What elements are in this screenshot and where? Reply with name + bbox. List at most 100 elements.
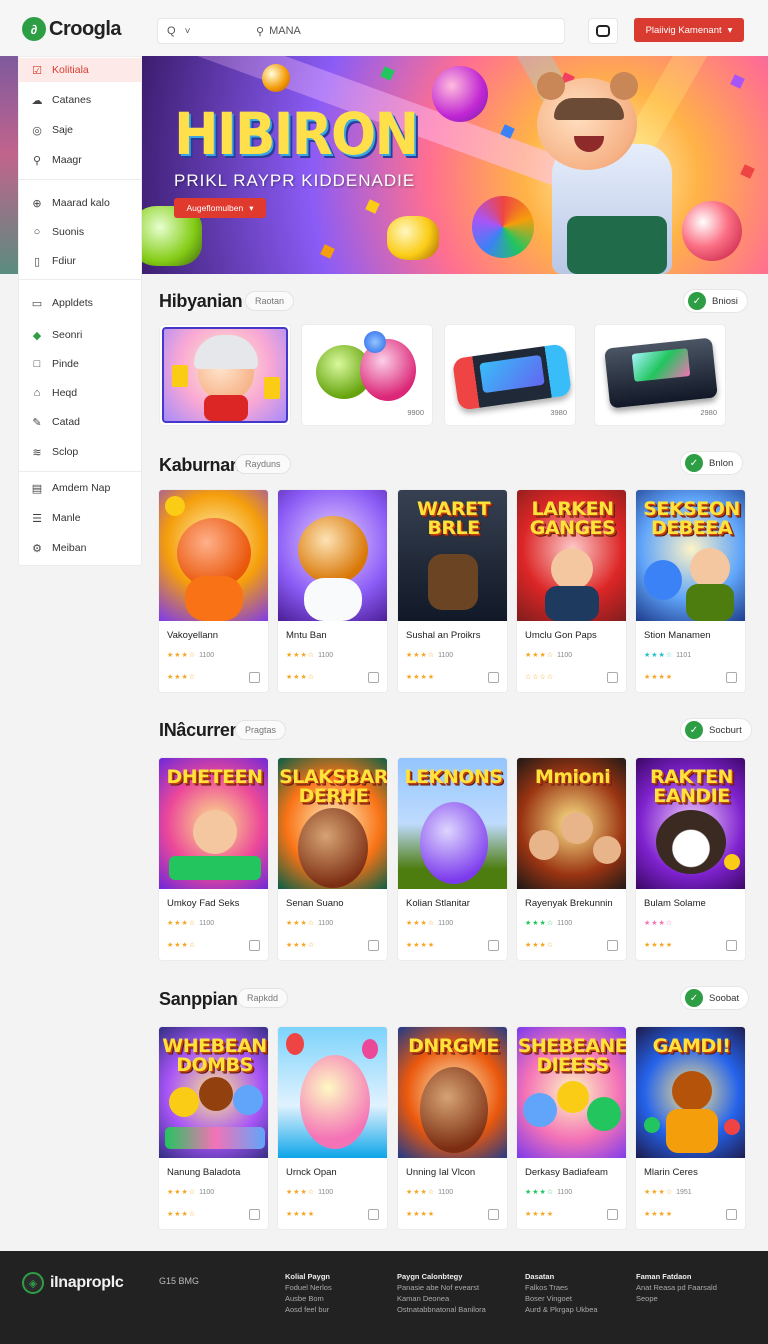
character-head xyxy=(551,548,593,590)
search-bar[interactable]: Q ˅ ⚲ MANA xyxy=(157,18,565,44)
game-card[interactable]: Urnck Opan ★★★☆ 1100 ★★★★ xyxy=(277,1026,388,1230)
chevron-down-icon[interactable]: ˅ xyxy=(185,26,191,37)
sidebar-item-saje[interactable]: ◎ Saje xyxy=(19,118,141,142)
creature xyxy=(523,1093,557,1127)
game-card[interactable]: RAKTEN EANDIE Bulam Solame ★★★☆ ★★★★ xyxy=(635,757,746,961)
game-card[interactable]: DHETEEN Umkoy Fad Seks ★★★☆ 1100 ★★★☆ xyxy=(158,757,269,961)
device-card-retro[interactable]: 2980 xyxy=(594,324,726,426)
balloon xyxy=(362,1039,378,1059)
section-title: Hibyanian xyxy=(159,291,243,311)
check-icon: ✓ xyxy=(685,721,703,739)
select-checkbox[interactable] xyxy=(368,1209,379,1220)
game-card[interactable]: SEKSEON DEBEEA Stion Manamen ★★★☆ 1101 ★★… xyxy=(635,489,746,693)
section-badge[interactable]: Raotan xyxy=(245,291,295,311)
section-badge[interactable]: Rayduns xyxy=(235,454,291,474)
footer-link[interactable]: Foduel Nerlos xyxy=(285,1282,332,1293)
sidebar-item-label: Maagr xyxy=(52,154,82,166)
select-checkbox[interactable] xyxy=(368,940,379,951)
camera-button[interactable] xyxy=(588,18,618,44)
search-input[interactable]: MANA xyxy=(269,25,301,37)
game-card[interactable]: SHEBEANE DIEESS Derkasy Badiafeam ★★★☆ 11… xyxy=(516,1026,627,1230)
document-icon: ▯ xyxy=(33,255,41,268)
section-badge[interactable]: Rapkdd xyxy=(237,988,289,1008)
device-card-plush[interactable] xyxy=(159,324,291,426)
sidebar-item-pinde[interactable]: □ Pinde xyxy=(19,352,141,376)
select-checkbox[interactable] xyxy=(249,1209,260,1220)
sidebar-item-suonis[interactable]: ○ Suonis xyxy=(19,220,141,244)
footer-link[interactable]: Ausbe Bom xyxy=(285,1293,332,1304)
footer-link[interactable]: Aosd feel bur xyxy=(285,1304,332,1315)
select-checkbox[interactable] xyxy=(488,1209,499,1220)
rating-stars: ★★★☆ 1951 xyxy=(644,1188,692,1197)
game-art-title: LARKEN GANGES xyxy=(529,498,616,539)
game-card[interactable]: Mmioni Rayenyak Brekunnin ★★★☆ 1100 ★★★☆ xyxy=(516,757,627,961)
section-more-button[interactable]: ✓ Socburt xyxy=(680,718,752,742)
hero-cta-button[interactable]: Augeflomulben ▾ xyxy=(174,198,266,218)
select-checkbox[interactable] xyxy=(726,1209,737,1220)
sidebar-item-sclop[interactable]: ≋ Sclop xyxy=(19,440,141,464)
game-card[interactable]: GAMDI! Mlarin Ceres ★★★☆ 1951 ★★★★ xyxy=(635,1026,746,1230)
section-badge[interactable]: Pragtas xyxy=(235,720,287,740)
select-checkbox[interactable] xyxy=(607,940,618,951)
sidebar-item-fdiur[interactable]: ▯ Fdiur xyxy=(19,249,141,273)
sidebar-item-maarad-kalo[interactable]: ⊕ Maarad kalo xyxy=(19,191,141,215)
select-checkbox[interactable] xyxy=(368,672,379,683)
sidebar-item-manle[interactable]: ☰ Manle xyxy=(19,506,141,530)
device-card-squish[interactable]: 9900 xyxy=(301,324,433,426)
cloud-icon: ☁ xyxy=(31,94,43,107)
game-card[interactable]: WARET BRLE Sushal an Proikrs ★★★☆ 1100 ★★… xyxy=(397,489,508,693)
footer-link[interactable]: Seope xyxy=(636,1293,717,1304)
gamepad-orb xyxy=(682,201,742,261)
select-checkbox[interactable] xyxy=(249,672,260,683)
sidebar-item-maagr[interactable]: ⚲ Maagr xyxy=(19,148,141,172)
section-more-button[interactable]: ✓ Bnlon xyxy=(680,451,744,475)
sidebar-item-amdem-nap[interactable]: ▤ Amdem Nap xyxy=(19,476,141,500)
section-more-button[interactable]: ✓ Bniosi xyxy=(683,289,748,313)
footer-link[interactable]: Ostnatabbnatonal Banilora xyxy=(397,1304,486,1315)
sidebar-item-kolitiala[interactable]: ☑ Kolitiala xyxy=(19,58,141,82)
footer-link[interactable]: Panasie abe Nof evearst xyxy=(397,1282,486,1293)
sidebar-item-meiban[interactable]: ⚙ Meiban xyxy=(19,536,141,560)
game-title: Stion Manamen xyxy=(644,630,711,641)
footer-link[interactable]: Falkos Traes xyxy=(525,1282,598,1293)
sidebar-item-catad[interactable]: ✎ Catad xyxy=(19,410,141,434)
sidebar-item-heqd[interactable]: ⌂ Heqd xyxy=(19,381,141,405)
game-art: WARET BRLE xyxy=(398,490,507,621)
select-checkbox[interactable] xyxy=(726,940,737,951)
select-checkbox[interactable] xyxy=(488,940,499,951)
select-checkbox[interactable] xyxy=(607,1209,618,1220)
footer-link[interactable]: Anat Reasa pd Faarsald xyxy=(636,1282,717,1293)
game-card[interactable]: Mntu Ban ★★★☆ 1100 ★★★☆ xyxy=(277,489,388,693)
footer-link[interactable]: Boser Vingoet xyxy=(525,1293,598,1304)
footer-link[interactable]: Kaman Deonea xyxy=(397,1293,486,1304)
game-card[interactable]: WHEBEAN DOMBS Nanung Baladota ★★★☆ 1100 ★… xyxy=(158,1026,269,1230)
section-title: Sanppian xyxy=(159,989,238,1009)
game-card[interactable]: DNRGME Unning Ial Vlcon ★★★☆ 1100 ★★★★ xyxy=(397,1026,508,1230)
section-more-button[interactable]: ✓ Soobat xyxy=(680,986,750,1010)
device-card-handheld[interactable]: 3980 xyxy=(444,324,576,426)
brand-logo[interactable]: ∂ Croogla xyxy=(22,17,122,41)
game-card[interactable]: SLAKSBAR DERHE Senan Suano ★★★☆ 1100 ★★★☆ xyxy=(277,757,388,961)
sidebar-item-appldets[interactable]: ▭ Appldets xyxy=(19,291,141,315)
sidebar-item-catanes[interactable]: ☁ Catanes xyxy=(19,88,141,112)
select-checkbox[interactable] xyxy=(249,940,260,951)
cta-button[interactable]: Plaiivig Kamenant ▾ xyxy=(634,18,744,42)
rating-stars-secondary: ★★★☆ xyxy=(286,674,316,681)
select-checkbox[interactable] xyxy=(726,672,737,683)
footer-link[interactable]: Aurd & Pkrgap Ukbea xyxy=(525,1304,598,1315)
game-card[interactable]: LEKNONS Kolian Stlanitar ★★★☆ 1100 ★★★★ xyxy=(397,757,508,961)
cube xyxy=(730,74,745,89)
footer-logo[interactable]: ◈ iInaproplc xyxy=(22,1272,124,1294)
game-card[interactable]: Vakoyellann ★★★☆ 1100 ★★★☆ xyxy=(158,489,269,693)
hero-subtitle: PRIKL RAYPR KIDDENADIE xyxy=(174,171,416,190)
monster-character xyxy=(644,560,682,600)
select-checkbox[interactable] xyxy=(607,672,618,683)
rating-stars-secondary: ★★★★ xyxy=(644,1211,674,1218)
rating-stars-secondary: ★★★☆ xyxy=(286,942,316,949)
select-checkbox[interactable] xyxy=(488,672,499,683)
character-body xyxy=(545,586,599,621)
sidebar-item-seonri[interactable]: ◆ Seonri xyxy=(19,323,141,347)
game-card[interactable]: LARKEN GANGES Umclu Gon Paps ★★★☆ 1100 ☆☆… xyxy=(516,489,627,693)
footer-logo-icon: ◈ xyxy=(22,1272,44,1294)
hero-banner[interactable]: HIBIRON PRIKL RAYPR KIDDENADIE Augeflomu… xyxy=(142,56,768,274)
